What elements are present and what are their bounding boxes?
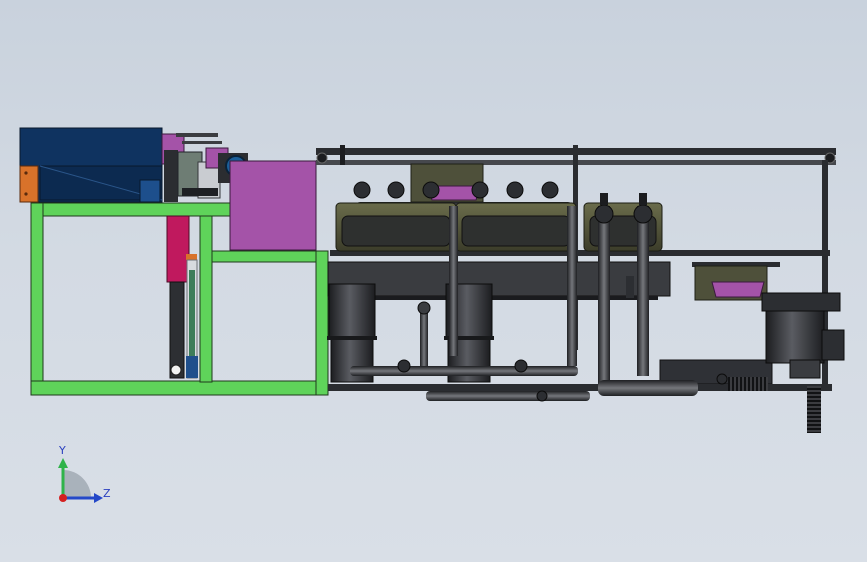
navy-hopper[interactable]: [19, 127, 163, 203]
magenta-panel[interactable]: [229, 160, 317, 251]
orange-bracket: [19, 165, 39, 203]
y-axis-label: Y: [58, 444, 66, 457]
filter-housing-top[interactable]: [410, 163, 484, 203]
crimson-column[interactable]: [166, 215, 198, 379]
x-axis-dot: [59, 494, 67, 502]
right-module[interactable]: [316, 145, 845, 433]
orientation-triad: Y Z: [58, 444, 111, 503]
corrugated-hose-vertical[interactable]: [807, 386, 821, 433]
right-filter-unit[interactable]: [694, 265, 768, 301]
left-module[interactable]: [19, 127, 329, 396]
corrugated-hose-horizontal[interactable]: [728, 377, 768, 391]
blower-motor[interactable]: [761, 292, 845, 379]
assembly-model[interactable]: Y Z: [0, 0, 867, 562]
membrane-tanks[interactable]: [335, 202, 663, 252]
z-axis-label: Z: [103, 487, 111, 500]
cad-viewport[interactable]: Y Z: [0, 0, 867, 562]
